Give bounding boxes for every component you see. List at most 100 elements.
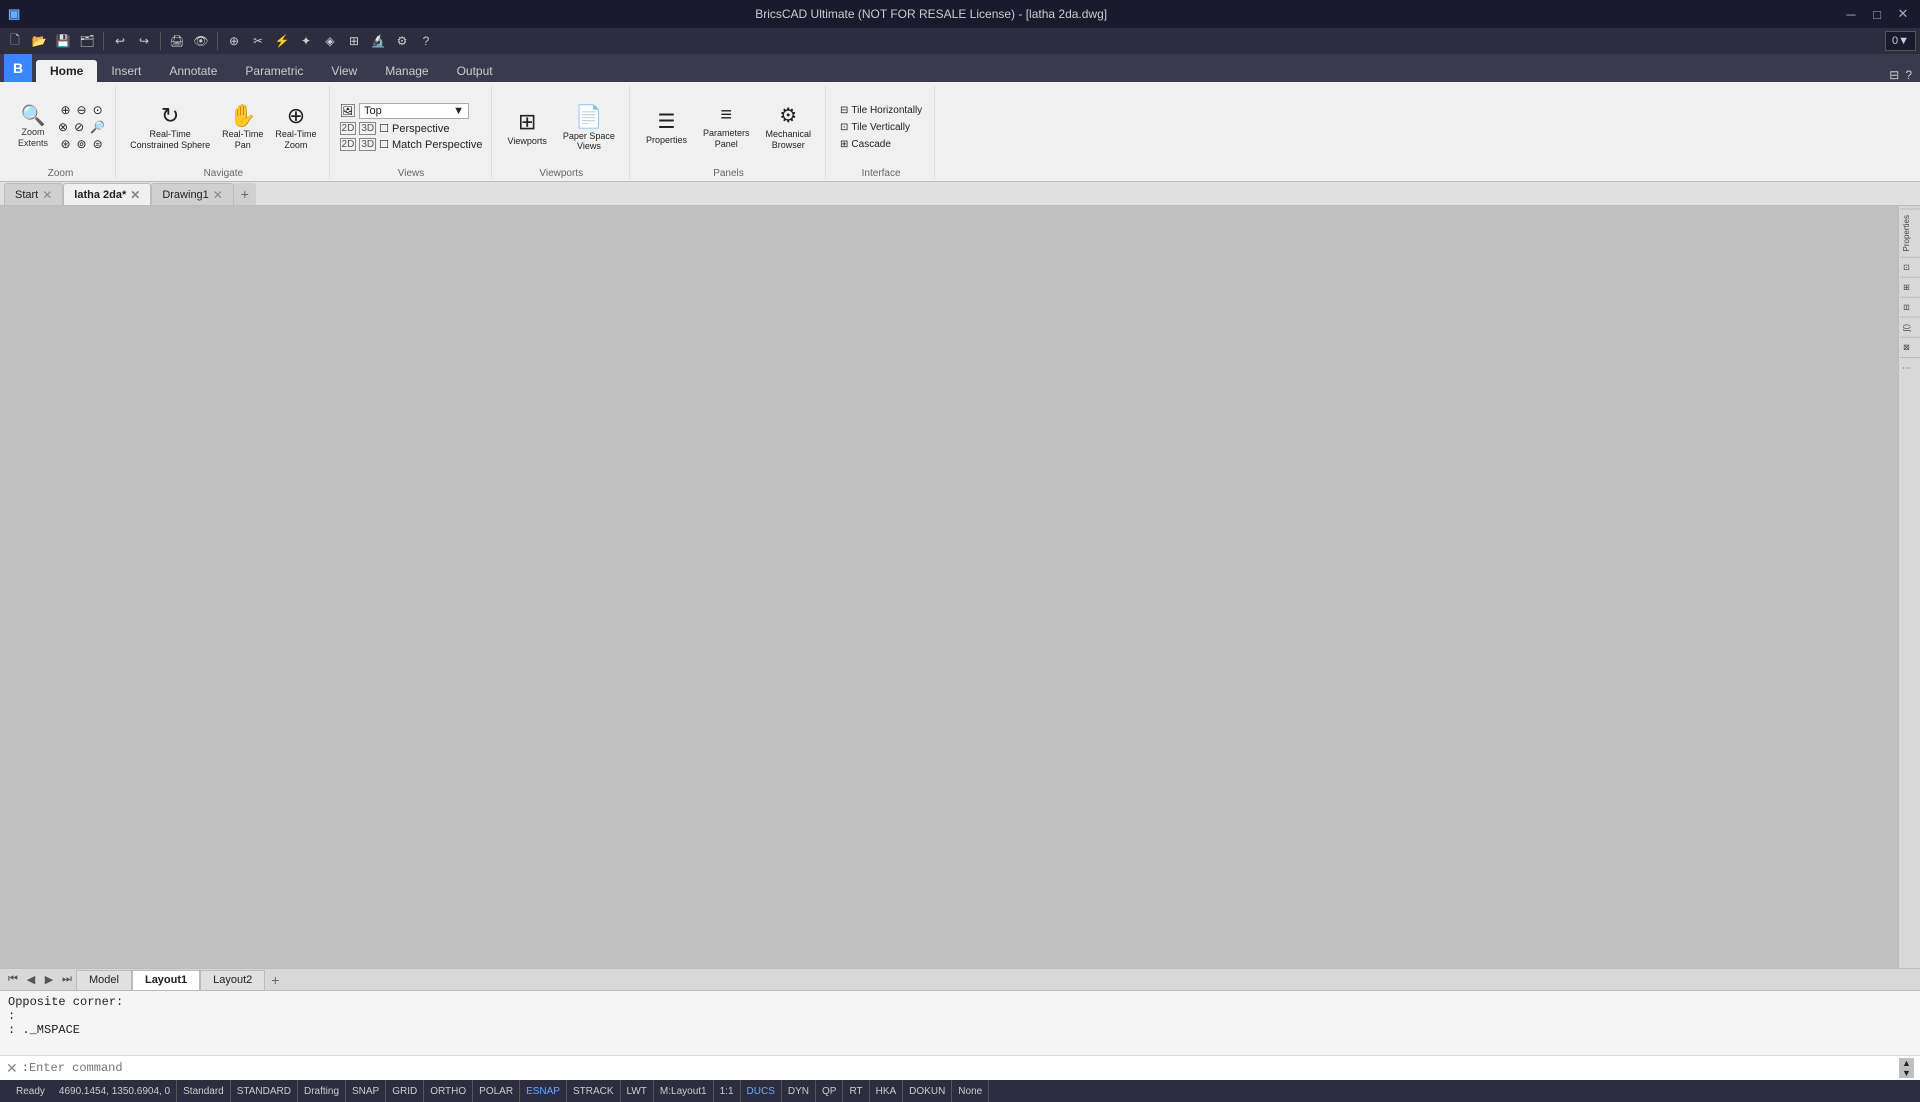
zoom-window-button[interactable]: ⊕ (58, 102, 72, 118)
status-polar[interactable]: POLAR (473, 1080, 520, 1102)
layout-last-button[interactable]: ⏭ (58, 971, 76, 989)
save-as-button[interactable]: 🗂 (76, 30, 98, 52)
zoom-out-button[interactable]: ⊘ (72, 119, 86, 135)
status-none[interactable]: None (952, 1080, 989, 1102)
layout-prev-button[interactable]: ◀ (22, 971, 40, 989)
zoom-in-button[interactable]: ⊗ (56, 119, 70, 135)
save-button[interactable]: 💾 (52, 30, 74, 52)
status-coords[interactable]: 4690.1454, 1350.6904, 0 (53, 1080, 177, 1102)
standard-dropdown[interactable]: 0 ▼ (1885, 31, 1916, 51)
status-text-style[interactable]: STANDARD (231, 1080, 298, 1102)
layout2-tab[interactable]: Layout2 (200, 970, 265, 990)
paper-space-views-button[interactable]: 📄 Paper SpaceViews (557, 102, 621, 153)
tool1-button[interactable]: ✂ (247, 30, 269, 52)
status-strack[interactable]: STRACK (567, 1080, 621, 1102)
tile-horizontally-button[interactable]: ⊟ Tile Horizontally (836, 104, 926, 117)
zoom-extents-button[interactable]: 🔍 ZoomExtents (14, 104, 52, 151)
tool8-button[interactable]: ? (415, 30, 437, 52)
new-file-button[interactable]: 🗋 (4, 30, 26, 52)
ribbon-help-icon[interactable]: ? (1905, 68, 1912, 82)
status-grid[interactable]: GRID (386, 1080, 424, 1102)
command-close-icon[interactable]: ✕ (6, 1060, 18, 1077)
layout-next-button[interactable]: ▶ (40, 971, 58, 989)
layout1-tab[interactable]: Layout1 (132, 970, 200, 990)
tab-latha2da[interactable]: latha 2da* ✕ (63, 183, 151, 205)
status-scale[interactable]: 1:1 (714, 1080, 741, 1102)
cmd-scroll-up[interactable]: ▲ (1899, 1058, 1914, 1068)
tab-start[interactable]: Start ✕ (4, 183, 63, 205)
layout-first-button[interactable]: ⏮ (4, 971, 22, 989)
status-snap[interactable]: SNAP (346, 1080, 386, 1102)
status-qp[interactable]: QP (816, 1080, 843, 1102)
ribbon-minimize-icon[interactable]: ⊟ (1889, 68, 1899, 82)
zoom-scale-button[interactable]: ⊜ (91, 136, 105, 152)
zoom-center-button[interactable]: ⊛ (58, 136, 72, 152)
add-layout-button[interactable]: + (265, 970, 285, 990)
extra1-side-tab[interactable]: ⊠ (1900, 337, 1920, 357)
tab-parametric[interactable]: Parametric (231, 60, 317, 82)
close-button[interactable]: ✕ (1894, 5, 1912, 23)
cascade-button[interactable]: ⊞ Cascade (836, 138, 895, 151)
blocks-side-tab[interactable]: ⊟ (1900, 297, 1920, 317)
preview-button[interactable]: 👁 (190, 30, 212, 52)
minimize-button[interactable]: ─ (1842, 5, 1860, 23)
command-input[interactable] (29, 1061, 1899, 1075)
tool6-button[interactable]: 🔬 (367, 30, 389, 52)
start-tab-close[interactable]: ✕ (42, 188, 52, 202)
app-icon[interactable]: B (4, 54, 32, 82)
attributes-side-tab[interactable]: ∫() (1900, 317, 1920, 338)
tool3-button[interactable]: ✦ (295, 30, 317, 52)
status-ducs[interactable]: DUCS (741, 1080, 782, 1102)
status-layout[interactable]: M:Layout1 (654, 1080, 714, 1102)
realtime-zoom-button[interactable]: ⊕ Real-TimeZoom (271, 101, 320, 153)
cmd-scroll-down[interactable]: ▼ (1899, 1068, 1914, 1078)
zoom-all-button[interactable]: 🔎 (88, 119, 107, 135)
open-file-button[interactable]: 📂 (28, 30, 50, 52)
zoom-realtime-button[interactable]: ⊖ (75, 102, 89, 118)
tab-view[interactable]: View (317, 60, 371, 82)
extra2-side-tab[interactable]: ⋮ (1900, 357, 1920, 378)
tool2-button[interactable]: ⚡ (271, 30, 293, 52)
tab-manage[interactable]: Manage (371, 60, 442, 82)
status-ortho[interactable]: ORTHO (424, 1080, 473, 1102)
undo-button[interactable]: ↩ (109, 30, 131, 52)
constraints-side-tab[interactable]: ⊡ (1900, 257, 1920, 277)
v-scroll-cmd[interactable]: ▲ ▼ (1899, 1058, 1914, 1078)
drawing1-tab-close[interactable]: ✕ (213, 188, 223, 202)
status-dokun[interactable]: DOKUN (903, 1080, 952, 1102)
new-tab-button[interactable]: + (234, 183, 256, 205)
redo-button[interactable]: ↪ (133, 30, 155, 52)
tool5-button[interactable]: ⊞ (343, 30, 365, 52)
status-hka[interactable]: HKA (870, 1080, 904, 1102)
latha2da-tab-close[interactable]: ✕ (130, 188, 140, 202)
snap-button[interactable]: ⊕ (223, 30, 245, 52)
tab-annotate[interactable]: Annotate (155, 60, 231, 82)
tool7-button[interactable]: ⚙ (391, 30, 413, 52)
viewports-button[interactable]: ⊞ Viewports (502, 107, 553, 148)
status-esnap[interactable]: ESNAP (520, 1080, 567, 1102)
tool4-button[interactable]: ◈ (319, 30, 341, 52)
status-dyn[interactable]: DYN (782, 1080, 816, 1102)
top-view-dropdown[interactable]: Top ▼ (359, 103, 469, 119)
zoom-previous-button[interactable]: ⊙ (91, 102, 105, 118)
maximize-button[interactable]: □ (1868, 5, 1886, 23)
tab-home[interactable]: Home (36, 60, 97, 82)
mechanical-browser-button[interactable]: ⚙ MechanicalBrowser (760, 101, 818, 153)
realtime-constrained-sphere-button[interactable]: ↻ Real-TimeConstrained Sphere (126, 101, 214, 153)
layers-side-tab[interactable]: ⊞ (1900, 277, 1920, 297)
properties-button[interactable]: ☰ Properties (640, 107, 693, 148)
status-standard[interactable]: Standard (177, 1080, 231, 1102)
parameters-panel-button[interactable]: ≡ ParametersPanel (697, 102, 756, 152)
tab-insert[interactable]: Insert (97, 60, 155, 82)
print-button[interactable]: 🖨 (166, 30, 188, 52)
realtime-pan-button[interactable]: ✋ Real-TimePan (218, 101, 267, 153)
properties-side-tab[interactable]: Properties (1900, 208, 1920, 257)
status-lwt[interactable]: LWT (621, 1080, 654, 1102)
zoom-dynamic-button[interactable]: ⊚ (75, 136, 89, 152)
status-drafting[interactable]: Drafting (298, 1080, 346, 1102)
tab-drawing1[interactable]: Drawing1 ✕ (151, 183, 234, 205)
tab-output[interactable]: Output (443, 60, 507, 82)
status-rt[interactable]: RT (843, 1080, 869, 1102)
model-tab[interactable]: Model (76, 970, 132, 990)
tile-vertically-button[interactable]: ⊡ Tile Vertically (836, 121, 914, 134)
